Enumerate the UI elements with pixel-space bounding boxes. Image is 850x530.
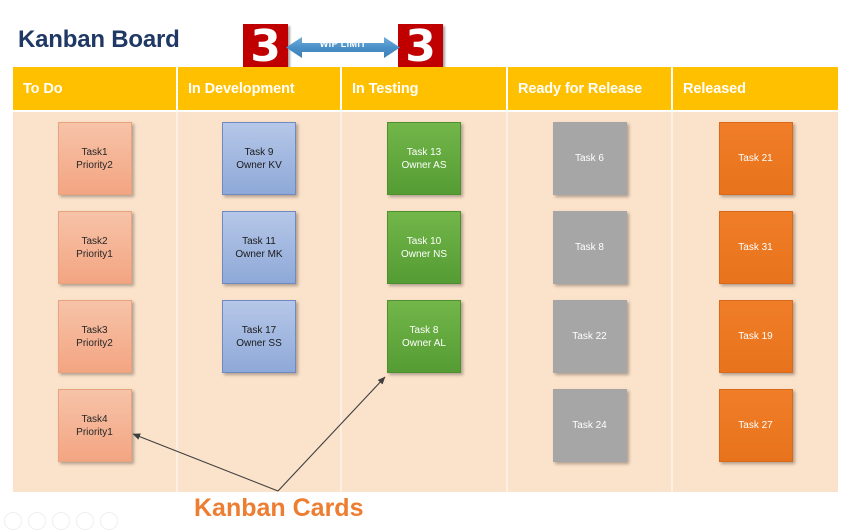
slash-circle-icon [4, 512, 22, 530]
card-title: Task 19 [738, 331, 773, 342]
kanban-card[interactable]: Task 31 [718, 211, 793, 284]
card-title: Task 31 [738, 242, 773, 253]
card-title: Task 13 [406, 146, 442, 158]
column-header-in-development: In Development [178, 67, 342, 110]
page-title: Kanban Board [18, 26, 180, 53]
kanban-card[interactable]: Task 11 Owner MK [222, 211, 296, 284]
card-title: Task 21 [738, 153, 773, 164]
kanban-card[interactable]: Task2 Priority1 [57, 211, 132, 284]
kanban-card[interactable]: Task 8 [552, 211, 627, 284]
card-title: Task 8 [575, 242, 604, 253]
kanban-card[interactable]: Task 17 Owner SS [222, 300, 296, 373]
kanban-card[interactable]: Task4 Priority1 [57, 389, 132, 462]
kanban-card[interactable]: Task 8 Owner AL [387, 300, 461, 373]
column-body-released: Task 21 Task 31 Task 19 Task 27 [673, 112, 838, 492]
kanban-card[interactable]: Task 9 Owner KV [222, 122, 296, 195]
image-circle-icon [28, 512, 46, 530]
minus-circle-icon [100, 512, 118, 530]
wip-limit-badge-left: 3 [243, 24, 288, 72]
card-subtitle: Owner AL [402, 337, 446, 349]
wip-limit-annotation: 3 3 WIP LIMIT [243, 24, 443, 72]
kanban-card[interactable]: Task1 Priority2 [57, 122, 132, 195]
kanban-card[interactable]: Task 24 [552, 389, 627, 462]
kanban-card[interactable]: Task 21 [718, 122, 793, 195]
card-title: Task 8 [409, 324, 439, 336]
card-title: Task 10 [406, 235, 442, 247]
wip-limit-value-left: 3 [250, 21, 281, 73]
wip-limit-double-arrow-icon [286, 37, 400, 58]
column-body-ready-for-release: Task 6 Task 8 Task 22 Task 24 [508, 112, 673, 492]
column-body-in-testing: Task 13 Owner AS Task 10 Owner NS Task 8 Owne… [342, 112, 508, 492]
kanban-card[interactable]: Task 19 [718, 300, 793, 373]
kanban-cards-caption: Kanban Cards [194, 494, 364, 522]
column-body-to-do: Task1 Priority2 Task2 Priority1 Task3 Priorit… [13, 112, 178, 492]
card-subtitle: Owner NS [400, 248, 448, 260]
card-subtitle: Priority2 [76, 159, 113, 171]
card-subtitle: Priority1 [76, 248, 113, 260]
card-title: Task4 [81, 413, 108, 425]
card-title: Task 24 [572, 420, 607, 431]
bottom-icon-strip [4, 512, 118, 530]
wip-limit-badge-right: 3 [398, 24, 443, 72]
card-title: Task 9 [244, 146, 274, 158]
card-subtitle: Priority1 [76, 426, 113, 438]
kanban-card[interactable]: Task 13 Owner AS [387, 122, 461, 195]
card-subtitle: Owner MK [235, 248, 283, 260]
card-subtitle: Priority2 [76, 337, 113, 349]
card-subtitle: Owner AS [401, 159, 447, 171]
card-subtitle: Owner KV [236, 159, 282, 171]
window-circle-icon [76, 512, 94, 530]
wip-limit-value-right: 3 [405, 21, 436, 73]
board-header-row: To Do In Development In Testing Ready for R… [13, 67, 838, 110]
board-body-row: Task1 Priority2 Task2 Priority1 Task3 Priorit… [13, 112, 838, 492]
column-header-ready-for-release: Ready for Release [508, 67, 673, 110]
card-title: Task 11 [242, 235, 276, 247]
column-header-in-testing: In Testing [342, 67, 508, 110]
kanban-board: To Do In Development In Testing Ready for R… [13, 67, 838, 492]
card-title: Task 27 [738, 420, 773, 431]
kanban-card[interactable]: Task 6 [552, 122, 627, 195]
user-circle-icon [52, 512, 70, 530]
kanban-card[interactable]: Task3 Priority2 [57, 300, 132, 373]
card-title: Task 6 [575, 153, 604, 164]
card-title: Task 22 [572, 331, 607, 342]
column-header-to-do: To Do [13, 67, 178, 110]
card-title: Task1 [81, 146, 108, 158]
card-title: Task 17 [241, 324, 277, 336]
column-body-in-development: Task 9 Owner KV Task 11 Owner MK Task 17 Owne… [178, 112, 342, 492]
kanban-card[interactable]: Task 27 [718, 389, 793, 462]
kanban-card[interactable]: Task 22 [552, 300, 627, 373]
card-subtitle: Owner SS [236, 337, 282, 349]
card-title: Task3 [81, 324, 108, 336]
column-header-released: Released [673, 67, 838, 110]
card-title: Task2 [81, 235, 108, 247]
kanban-card[interactable]: Task 10 Owner NS [387, 211, 461, 284]
